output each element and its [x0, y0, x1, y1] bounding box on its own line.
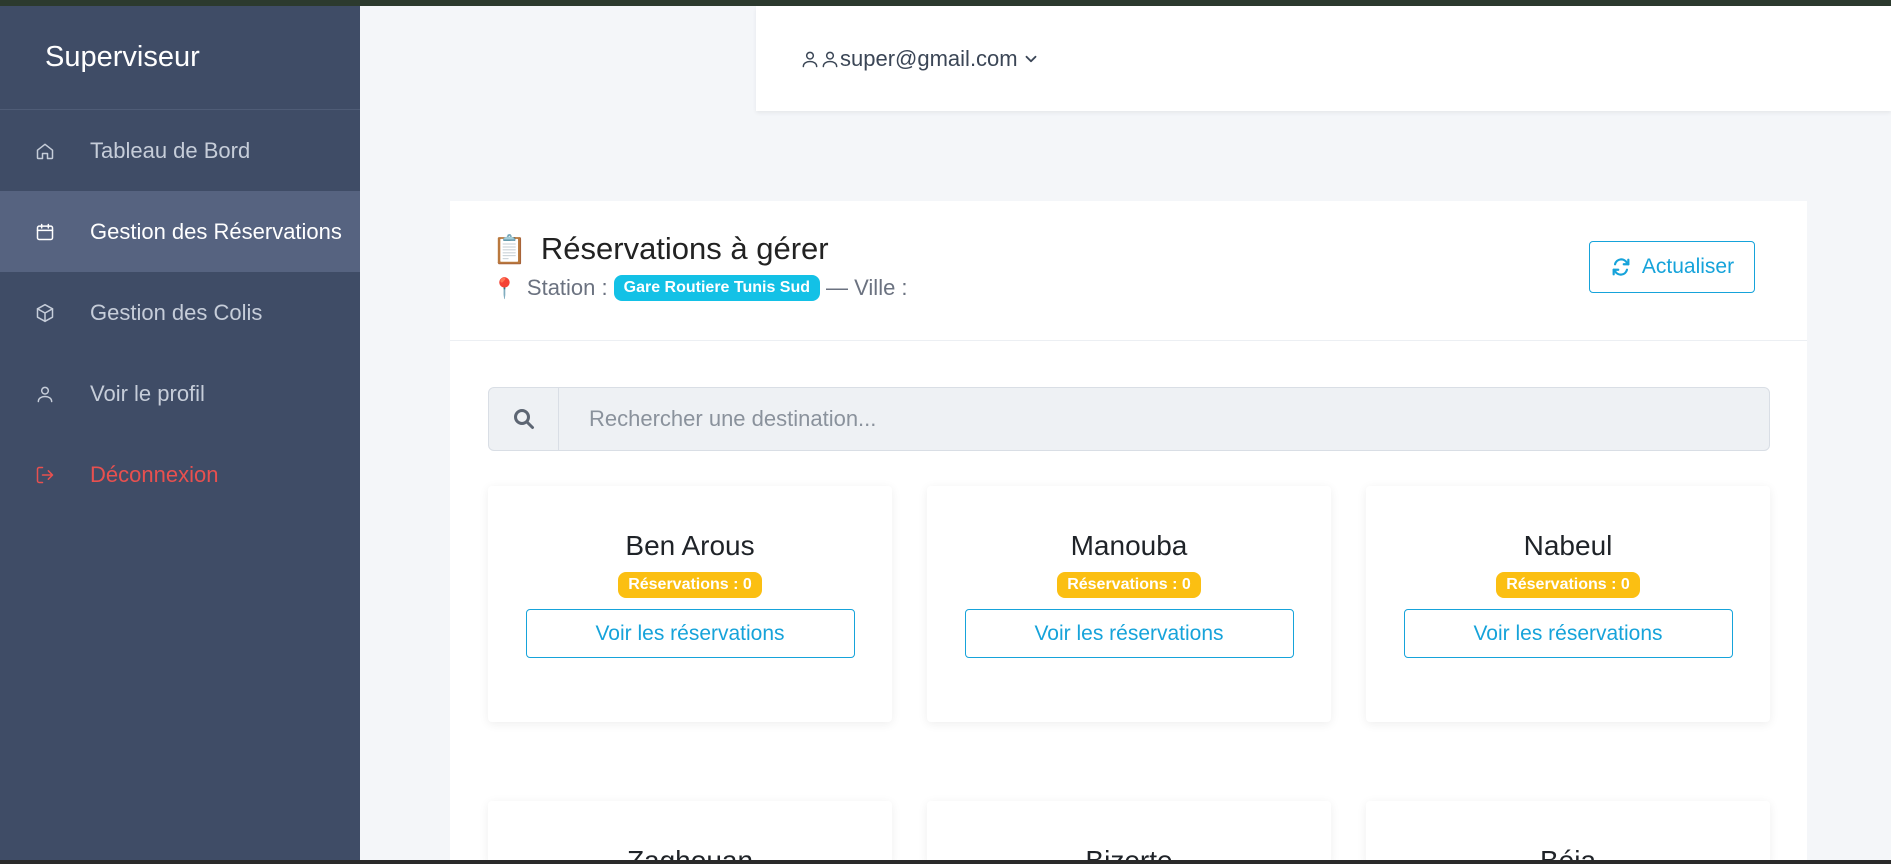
search-icon: [489, 388, 559, 450]
destination-card: Ben Arous Réservations : 0 Voir les rése…: [488, 486, 892, 722]
destination-card: Bizerte: [927, 801, 1331, 864]
user-icon: [820, 49, 840, 69]
search-bar: [488, 387, 1770, 451]
calendar-icon: [34, 221, 56, 243]
user-email: super@gmail.com: [840, 45, 1018, 71]
user-icon: [34, 383, 56, 405]
sidebar-item-label: Déconnexion: [90, 461, 219, 487]
page-title-text: Réservations à gérer: [540, 231, 829, 266]
sidebar-item-dashboard[interactable]: Tableau de Bord: [0, 110, 360, 191]
card-city: Nabeul: [1523, 530, 1613, 561]
destination-card: Manouba Réservations : 0 Voir les réserv…: [927, 486, 1331, 722]
refresh-icon: [1610, 256, 1642, 278]
user-menu[interactable]: super@gmail.com: [800, 46, 1040, 72]
topbar: super@gmail.com: [756, 6, 1891, 111]
home-icon: [34, 140, 56, 162]
ville-label: — Ville :: [826, 275, 908, 300]
card-city: Ben Arous: [625, 530, 755, 561]
user-icon: [800, 49, 820, 69]
refresh-button[interactable]: Actualiser: [1589, 241, 1755, 293]
pin-icon: 📍: [492, 277, 517, 300]
sidebar-brand: Superviseur: [0, 6, 360, 110]
sidebar-item-profile[interactable]: Voir le profil: [0, 353, 360, 434]
box-icon: [34, 302, 56, 324]
sidebar: Superviseur Tableau de Bord Gestion des …: [0, 6, 360, 860]
view-reservations-button[interactable]: Voir les réservations: [1403, 609, 1733, 658]
chevron-down-icon: [1022, 50, 1040, 68]
sidebar-item-label: Gestion des Colis: [90, 299, 263, 325]
panel-header: 📋 Réservations à gérer 📍 Station : Gare …: [450, 201, 1807, 341]
destination-card: Béja: [1366, 801, 1770, 864]
clipboard-icon: 📋: [492, 233, 527, 265]
station-badge: Gare Routiere Tunis Sud: [613, 275, 821, 301]
view-reservations-button[interactable]: Voir les réservations: [964, 609, 1294, 658]
window-bottom-edge: [0, 860, 1891, 864]
reservations-panel: 📋 Réservations à gérer 📍 Station : Gare …: [450, 201, 1807, 864]
destination-card: Nabeul Réservations : 0 Voir les réserva…: [1366, 486, 1770, 722]
reservation-count-badge: Réservations : 0: [1496, 572, 1640, 598]
sidebar-item-label: Tableau de Bord: [90, 137, 251, 163]
sidebar-item-label: Voir le profil: [90, 380, 205, 406]
card-city: Manouba: [1070, 530, 1188, 561]
destination-card: Zaghouan: [488, 801, 892, 864]
reservation-count-badge: Réservations : 0: [1057, 572, 1201, 598]
logout-icon: [34, 464, 56, 486]
station-label: Station :: [526, 275, 608, 300]
reservation-count-badge: Réservations : 0: [618, 572, 762, 598]
search-input[interactable]: [559, 388, 1769, 450]
sidebar-item-label: Gestion des Réservations: [90, 218, 342, 244]
sidebar-item-reservations[interactable]: Gestion des Réservations: [0, 191, 360, 272]
sidebar-item-colis[interactable]: Gestion des Colis: [0, 272, 360, 353]
sidebar-item-logout[interactable]: Déconnexion: [0, 434, 360, 515]
refresh-label: Actualiser: [1641, 255, 1735, 278]
view-reservations-button[interactable]: Voir les réservations: [525, 609, 855, 658]
